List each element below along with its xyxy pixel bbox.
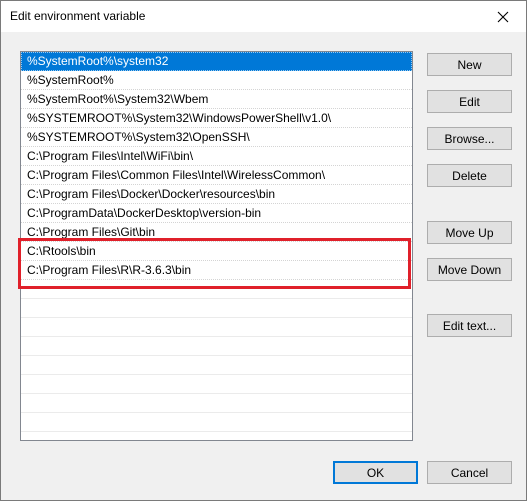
empty-row[interactable] bbox=[21, 413, 412, 432]
list-item[interactable]: C:\Program Files\Docker\Docker\resources… bbox=[21, 185, 412, 204]
list-item-label: C:\Program Files\Common Files\Intel\Wire… bbox=[27, 168, 326, 182]
window-title: Edit environment variable bbox=[10, 9, 146, 23]
list-item[interactable]: %SystemRoot% bbox=[21, 71, 412, 90]
edit-environment-variable-dialog: Edit environment variable %SystemRoot%\s… bbox=[0, 0, 527, 501]
new-button[interactable]: New bbox=[427, 53, 512, 76]
list-item-label: C:\Program Files\Docker\Docker\resources… bbox=[27, 187, 276, 201]
close-button[interactable] bbox=[480, 1, 526, 32]
list-item[interactable]: C:\Program Files\Common Files\Intel\Wire… bbox=[21, 166, 412, 185]
empty-row[interactable] bbox=[21, 299, 412, 318]
list-item-label: %SystemRoot%\system32 bbox=[27, 54, 169, 68]
empty-row[interactable] bbox=[21, 318, 412, 337]
empty-row[interactable] bbox=[21, 280, 412, 299]
empty-row[interactable] bbox=[21, 394, 412, 413]
move-down-button[interactable]: Move Down bbox=[427, 258, 512, 281]
list-item[interactable]: C:\Program Files\Intel\WiFi\bin\ bbox=[21, 147, 412, 166]
path-list[interactable]: %SystemRoot%\system32 %SystemRoot% %Syst… bbox=[20, 51, 413, 441]
ok-button[interactable]: OK bbox=[333, 461, 418, 484]
title-bar: Edit environment variable bbox=[1, 1, 526, 32]
list-item[interactable]: %SystemRoot%\System32\Wbem bbox=[21, 90, 412, 109]
empty-row[interactable] bbox=[21, 375, 412, 394]
list-item-label: C:\ProgramData\DockerDesktop\version-bin bbox=[27, 206, 262, 220]
empty-row[interactable] bbox=[21, 337, 412, 356]
list-item-label: C:\Program Files\Git\bin bbox=[27, 225, 156, 239]
move-up-button[interactable]: Move Up bbox=[427, 221, 512, 244]
list-item-label: C:\Program Files\Intel\WiFi\bin\ bbox=[27, 149, 194, 163]
delete-button[interactable]: Delete bbox=[427, 164, 512, 187]
cancel-button[interactable]: Cancel bbox=[427, 461, 512, 484]
list-item[interactable]: %SYSTEMROOT%\System32\WindowsPowerShell\… bbox=[21, 109, 412, 128]
list-item-label: C:\Rtools\bin bbox=[27, 244, 96, 258]
list-item[interactable]: %SYSTEMROOT%\System32\OpenSSH\ bbox=[21, 128, 412, 147]
list-item[interactable]: C:\Program Files\Git\bin bbox=[21, 223, 412, 242]
list-item-label: %SYSTEMROOT%\System32\OpenSSH\ bbox=[27, 130, 250, 144]
list-item-label: %SystemRoot% bbox=[27, 73, 114, 87]
list-item-label: %SystemRoot%\System32\Wbem bbox=[27, 92, 209, 106]
empty-row[interactable] bbox=[21, 356, 412, 375]
list-item[interactable]: C:\Program Files\R\R-3.6.3\bin bbox=[21, 261, 412, 280]
edit-text-button[interactable]: Edit text... bbox=[427, 314, 512, 337]
list-item-label: C:\Program Files\R\R-3.6.3\bin bbox=[27, 263, 192, 277]
edit-button[interactable]: Edit bbox=[427, 90, 512, 113]
list-item[interactable]: %SystemRoot%\system32 bbox=[21, 52, 412, 71]
list-item[interactable]: C:\Rtools\bin bbox=[21, 242, 412, 261]
browse-button[interactable]: Browse... bbox=[427, 127, 512, 150]
close-icon bbox=[497, 11, 509, 22]
list-item[interactable]: C:\ProgramData\DockerDesktop\version-bin bbox=[21, 204, 412, 223]
list-item-label: %SYSTEMROOT%\System32\WindowsPowerShell\… bbox=[27, 111, 332, 125]
